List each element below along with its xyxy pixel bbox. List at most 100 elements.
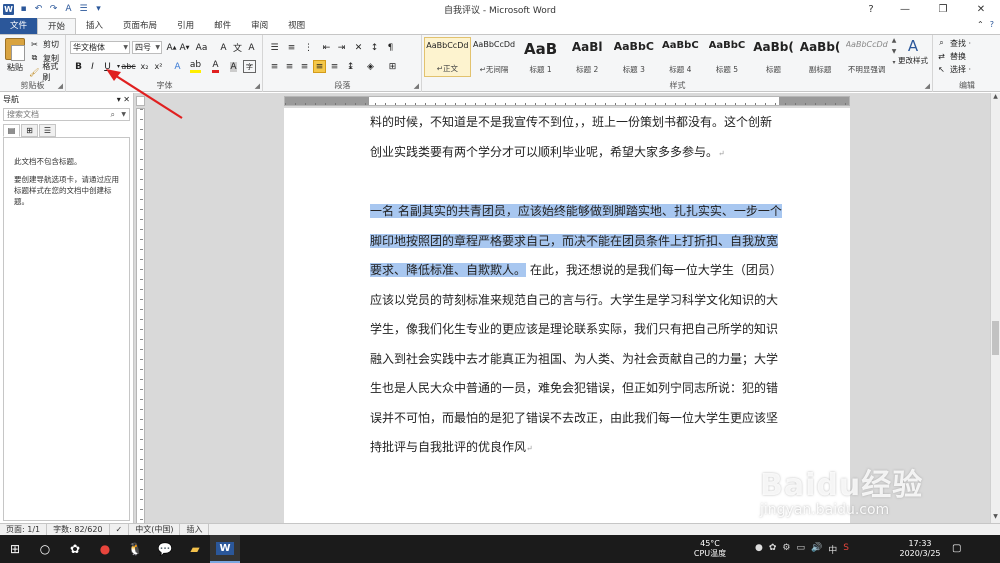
minimize-button[interactable]: —: [886, 0, 924, 18]
word-count[interactable]: 字数: 82/620: [47, 524, 110, 535]
style-subtle-emphasis[interactable]: AaBbCcDd 不明显强调: [843, 37, 890, 77]
notification-icon[interactable]: ▢: [952, 543, 961, 554]
strikethrough-button[interactable]: abc: [121, 60, 135, 73]
vertical-scrollbar[interactable]: ▲ ▼: [990, 93, 1000, 523]
vertical-ruler[interactable]: [136, 108, 145, 523]
change-styles-button[interactable]: A 更改样式: [897, 37, 929, 77]
style-no-spacing[interactable]: AaBbCcDd ↵无间隔: [471, 37, 518, 77]
search-icon[interactable]: ⌕: [111, 109, 115, 120]
chinese-layout-icon[interactable]: ✕: [352, 41, 365, 54]
style-heading-5[interactable]: AaBbC 标题 5: [704, 37, 751, 77]
sort-icon[interactable]: ↕: [368, 41, 381, 54]
increase-indent-icon[interactable]: ⇥: [335, 41, 348, 54]
paragraph-launcher-icon[interactable]: ◢: [414, 82, 419, 90]
paragraph-1[interactable]: 料的时候，不知道是不是我宣传不到位，，班上一份策划书都没有。这个创新创业实践类要…: [370, 108, 782, 168]
undo-icon[interactable]: ↶: [33, 4, 44, 15]
document-page[interactable]: 料的时候，不知道是不是我宣传不到位，，班上一份策划书都没有。这个创新创业实践类要…: [284, 108, 850, 523]
bold-button[interactable]: B: [72, 60, 85, 73]
volume-icon[interactable]: 🔊: [811, 543, 822, 556]
tab-view[interactable]: 视图: [278, 18, 315, 34]
borders-icon[interactable]: ⊞: [386, 60, 399, 73]
decrease-indent-icon[interactable]: ⇤: [320, 41, 333, 54]
line-spacing-icon[interactable]: ↨: [344, 60, 357, 73]
style-heading-1[interactable]: AaB 标题 1: [517, 37, 564, 77]
font-color-icon[interactable]: A: [63, 4, 74, 15]
customize-qat-icon[interactable]: ▾: [93, 4, 104, 15]
paragraph-2[interactable]: 一名 名副其实的共青团员，应该始终能够做到脚踏实地、扎扎实实、一步一个脚印地按照…: [370, 197, 782, 464]
ime-indicator[interactable]: 中: [828, 543, 837, 556]
close-button[interactable]: ✕: [962, 0, 1000, 18]
file-explorer-icon[interactable]: ▰: [180, 535, 210, 563]
align-left-icon[interactable]: ≡: [268, 60, 281, 73]
tab-insert[interactable]: 插入: [76, 18, 113, 34]
font-size-combo[interactable]: 四号 ▼: [132, 41, 162, 54]
paste-button[interactable]: 粘贴: [4, 38, 26, 78]
tab-page-layout[interactable]: 页面布局: [113, 18, 167, 34]
nav-close-icon[interactable]: ▾ ✕: [117, 95, 130, 104]
restore-button[interactable]: ❐: [924, 0, 962, 18]
chevron-up-icon[interactable]: ▲: [892, 37, 897, 44]
style-heading-2[interactable]: AaBl 标题 2: [564, 37, 611, 77]
wechat-icon[interactable]: 💬: [150, 535, 180, 563]
text-effects-icon[interactable]: A: [171, 60, 184, 73]
justify-icon[interactable]: ≡: [313, 60, 326, 73]
scroll-up-icon[interactable]: ▲: [991, 93, 1000, 103]
tab-home[interactable]: 开始: [37, 18, 77, 34]
highlight-color-icon[interactable]: ab: [189, 60, 202, 73]
style-title[interactable]: AaBb( 标题: [750, 37, 797, 77]
insert-mode[interactable]: 插入: [180, 524, 210, 535]
character-shading-icon[interactable]: A: [227, 60, 240, 73]
chevron-down-icon[interactable]: ▼: [121, 109, 126, 120]
chevron-down-icon[interactable]: ▼: [892, 48, 897, 55]
style-heading-3[interactable]: AaBbC 标题 3: [610, 37, 657, 77]
bullets-icon[interactable]: ☰: [78, 4, 89, 15]
tab-selector[interactable]: [136, 96, 145, 106]
help-icon[interactable]: ?: [990, 20, 994, 29]
sogou-input-icon[interactable]: S: [843, 543, 849, 556]
horizontal-ruler[interactable]: [284, 96, 850, 106]
show-marks-icon[interactable]: ¶: [384, 41, 397, 54]
minimize-ribbon-icon[interactable]: ⌃: [977, 20, 984, 29]
tab-mailings[interactable]: 邮件: [204, 18, 241, 34]
save-icon[interactable]: ▪: [18, 4, 29, 15]
cut-button[interactable]: ✂ 剪切: [29, 38, 59, 50]
pinwheel-app-icon[interactable]: ✿: [60, 535, 90, 563]
clipboard-launcher-icon[interactable]: ◢: [58, 82, 63, 90]
nav-tab-pages[interactable]: ⊞: [21, 124, 38, 137]
character-border-icon[interactable]: A: [245, 41, 258, 54]
word-app-icon[interactable]: W: [3, 3, 14, 15]
qq-icon[interactable]: 🐧: [120, 535, 150, 563]
nav-tab-results[interactable]: ☰: [39, 124, 56, 137]
phonetic-guide-icon[interactable]: 文: [231, 41, 244, 54]
scrollbar-thumb[interactable]: [992, 321, 999, 355]
clear-formatting-icon[interactable]: A: [217, 41, 230, 54]
format-painter-button[interactable]: 🖌 格式刷: [29, 62, 65, 82]
more-icon[interactable]: ▾: [892, 59, 895, 66]
tab-references[interactable]: 引用: [167, 18, 204, 34]
change-case-icon[interactable]: Aa: [195, 41, 208, 54]
bullets-icon[interactable]: ☰: [268, 41, 281, 54]
replace-button[interactable]: ⇄ 替换: [936, 50, 966, 62]
tray-app-icon[interactable]: ●: [755, 543, 763, 556]
grow-font-icon[interactable]: A ▲: [165, 41, 178, 54]
distributed-icon[interactable]: ≡: [328, 60, 341, 73]
network-icon[interactable]: ▭: [796, 543, 805, 556]
multilevel-list-icon[interactable]: ⋮: [302, 41, 315, 54]
superscript-button[interactable]: x²: [152, 60, 165, 73]
tab-review[interactable]: 审阅: [241, 18, 278, 34]
start-button[interactable]: ⊞: [0, 535, 30, 563]
tab-file[interactable]: 文件: [0, 18, 38, 34]
nav-search-input[interactable]: 搜索文档 ⌕ ▼: [3, 108, 130, 121]
style-subtitle[interactable]: AaBb( 副标题: [797, 37, 844, 77]
redo-icon[interactable]: ↷: [48, 4, 59, 15]
numbering-icon[interactable]: ≡: [285, 41, 298, 54]
find-button[interactable]: ⌕ 查找 ·: [936, 37, 971, 49]
help-button[interactable]: ?: [856, 0, 886, 18]
nav-tab-headings[interactable]: ▤: [3, 124, 20, 137]
search-icon[interactable]: ○: [30, 535, 60, 563]
shading-icon[interactable]: ◈: [364, 60, 377, 73]
chrome-icon[interactable]: ●: [90, 535, 120, 563]
proofing-icon[interactable]: ✓: [110, 524, 130, 535]
tray-app-icon[interactable]: ⚙: [782, 543, 790, 556]
page-count[interactable]: 页面: 1/1: [0, 524, 48, 535]
